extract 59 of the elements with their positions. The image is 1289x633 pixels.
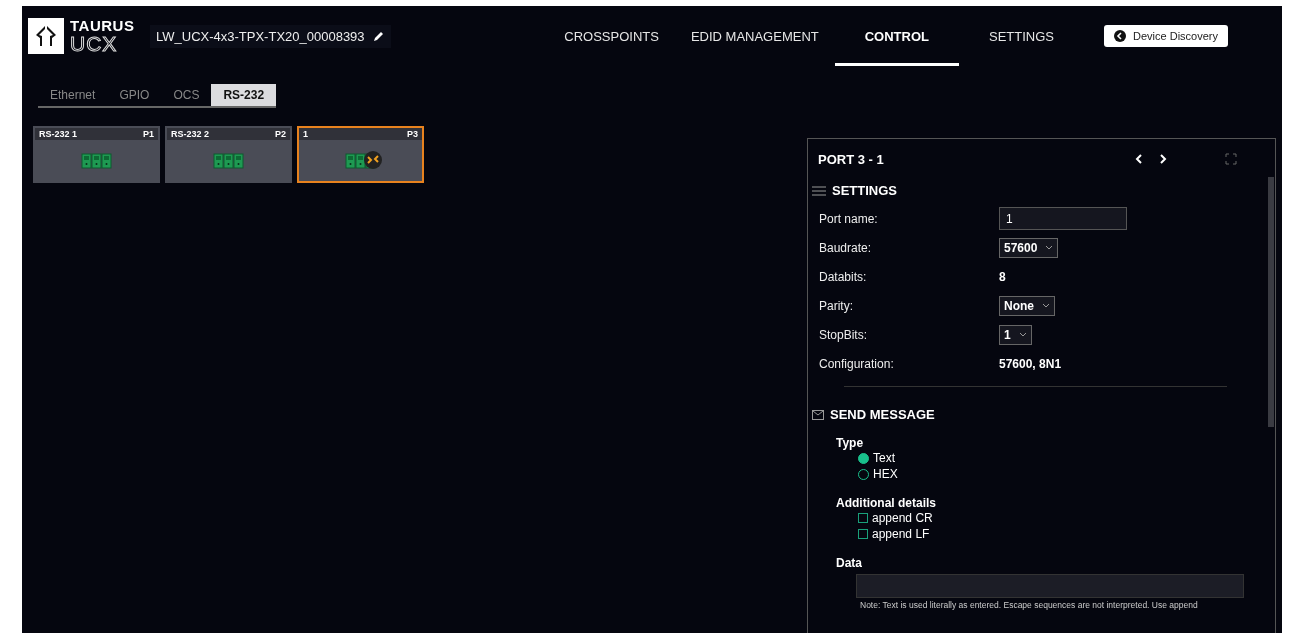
- sub-tab[interactable]: OCS: [161, 84, 212, 106]
- field-label: Data: [835, 556, 863, 570]
- setting-label: Databits:: [819, 269, 868, 284]
- nav-tab[interactable]: CROSSPOINTS: [548, 6, 675, 66]
- device-discovery-button[interactable]: Device Discovery: [1104, 25, 1228, 47]
- checkbox[interactable]: [858, 513, 868, 523]
- radio-option[interactable]: Text: [808, 450, 1275, 466]
- setting-value: 8: [999, 269, 1007, 284]
- setting-label: Port name:: [819, 211, 879, 226]
- port-name: RS-232 2: [171, 129, 210, 139]
- setting-label: Baudrate:: [819, 240, 873, 255]
- logo-brand: TAURUS: [70, 18, 135, 33]
- radio-option[interactable]: HEX: [808, 466, 1275, 482]
- dropdown[interactable]: 1: [999, 324, 1032, 345]
- radio-icon[interactable]: [858, 452, 869, 464]
- sliders-icon: [812, 185, 826, 196]
- nav-tab[interactable]: EDID MANAGEMENT: [674, 6, 835, 66]
- pencil-icon[interactable]: [372, 30, 385, 42]
- sub-tab[interactable]: RS-232: [211, 84, 277, 106]
- section-title: SEND MESSAGE: [830, 407, 935, 422]
- checkbox[interactable]: [858, 529, 868, 539]
- terminal-block-icon: [212, 152, 245, 169]
- checkbox-option[interactable]: append LF: [808, 526, 1275, 542]
- envelope-icon: [812, 409, 824, 420]
- logo-product: UCX: [70, 33, 119, 54]
- port-name: 1: [303, 129, 308, 139]
- setting-value: 57600, 8N1: [999, 356, 1063, 371]
- device-name-field[interactable]: LW_UCX-4x3-TPX-TX20_00008393: [150, 24, 391, 48]
- dropdown[interactable]: 57600: [999, 237, 1059, 258]
- port-number: P2: [275, 129, 286, 139]
- chevron-down-icon: [1042, 303, 1050, 308]
- nav-tab[interactable]: CONTROL: [834, 6, 959, 66]
- data-input-field[interactable]: [856, 574, 1244, 598]
- logo-icon: [28, 18, 64, 54]
- nav-tab[interactable]: SETTINGS: [959, 6, 1085, 66]
- chevron-right-icon[interactable]: [1157, 153, 1169, 165]
- port-card[interactable]: RS-232 2 P2: [165, 126, 292, 183]
- chevron-down-icon: [1018, 332, 1027, 337]
- terminal-block-icon: [80, 152, 113, 169]
- field-label: Type: [835, 436, 865, 450]
- setting-label: Configuration:: [819, 356, 895, 371]
- sub-tab[interactable]: Ethernet: [38, 84, 108, 106]
- checkbox-option[interactable]: append CR: [808, 510, 1275, 526]
- port-card[interactable]: RS-232 1 P1: [33, 126, 160, 183]
- port-card[interactable]: 1 P3: [297, 126, 424, 183]
- setting-label: Parity:: [819, 298, 854, 313]
- dropdown[interactable]: None: [999, 295, 1055, 316]
- chevron-down-icon: [1045, 245, 1054, 250]
- field-label: Additional details: [835, 496, 937, 510]
- port-name: RS-232 1: [39, 129, 78, 139]
- setting-label: StopBits:: [819, 327, 869, 342]
- port-number: P1: [143, 129, 154, 139]
- section-title: SETTINGS: [832, 183, 897, 198]
- port-number: P3: [407, 129, 418, 139]
- chevron-left-icon[interactable]: [1133, 153, 1145, 165]
- port-name-field[interactable]: 1: [999, 207, 1127, 230]
- sub-tab[interactable]: GPIO: [107, 84, 162, 106]
- panel-title: PORT 3 - 1: [818, 151, 885, 167]
- note-text: Note: Text is used literally as entered. Escape sequences are not interpreted. Use append: [860, 600, 1199, 610]
